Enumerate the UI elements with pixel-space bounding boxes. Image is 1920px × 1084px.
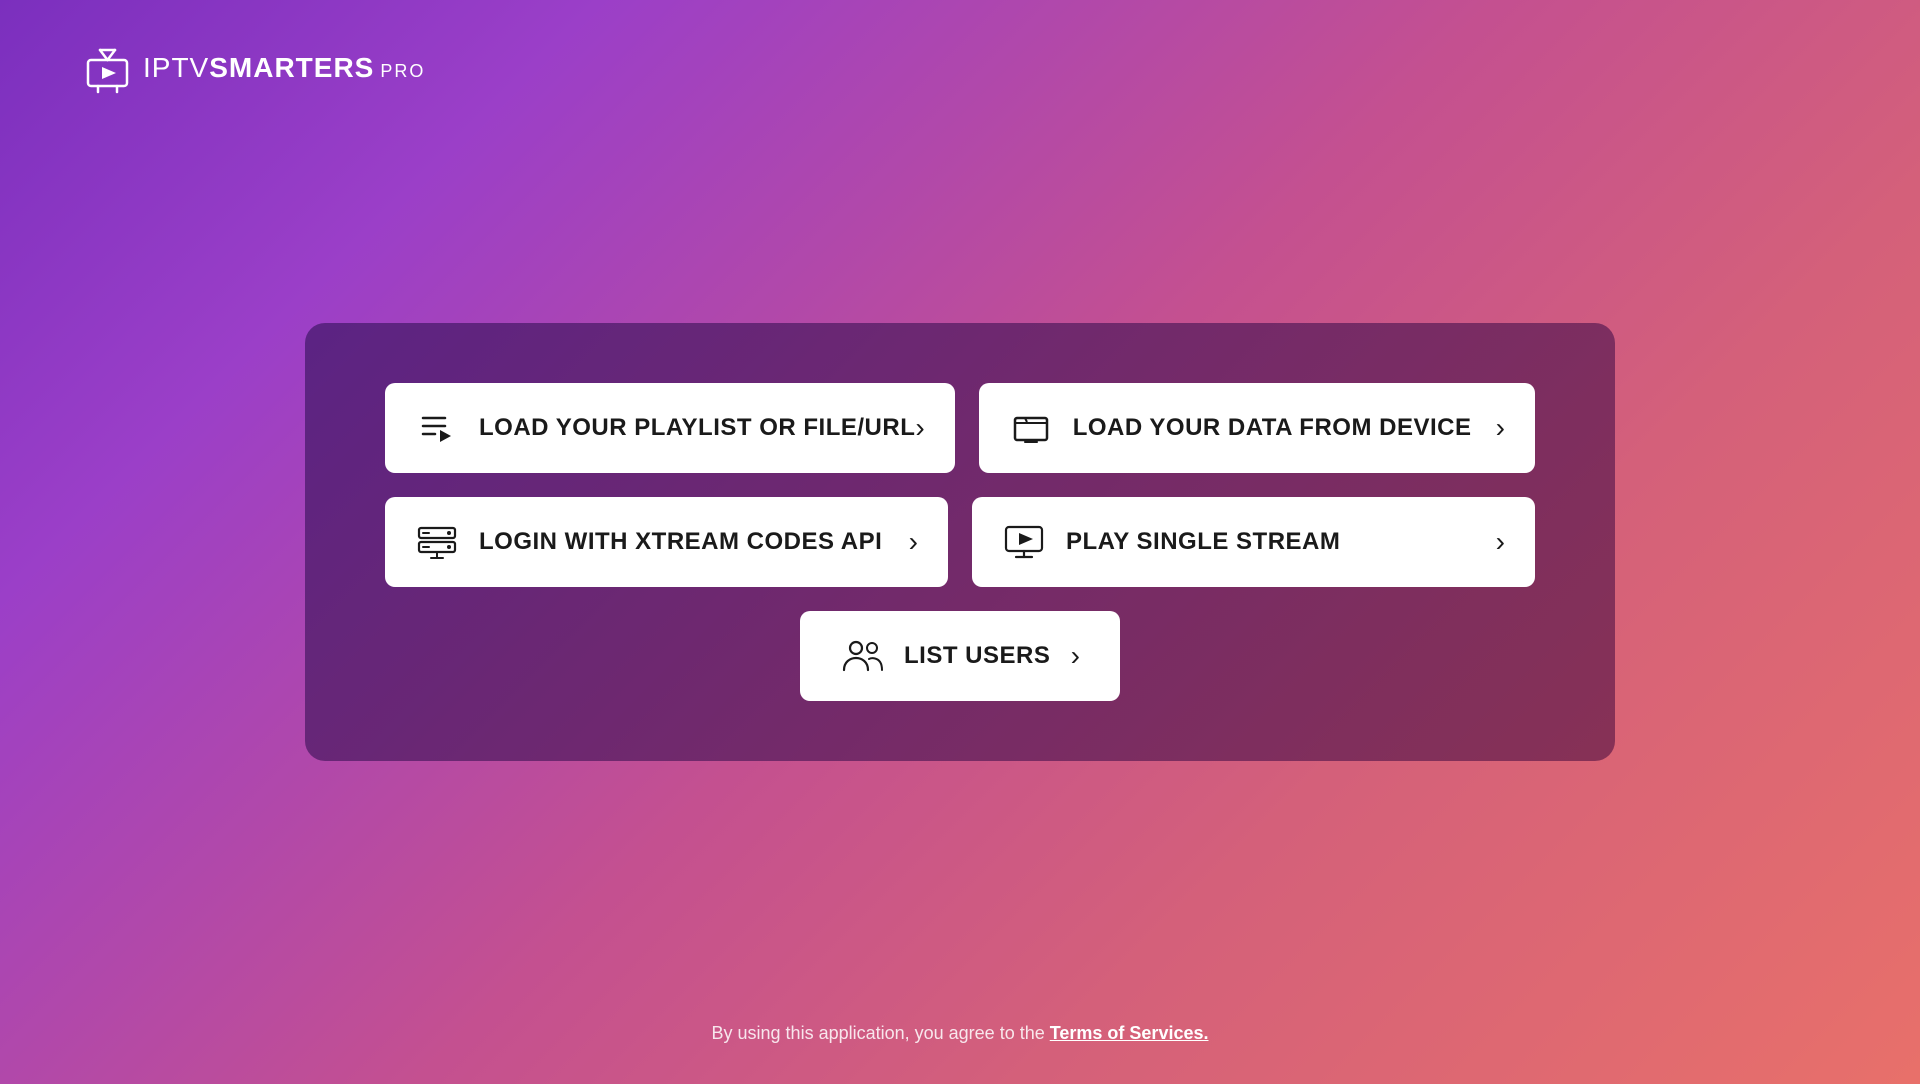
login-xtream-left: LOGIN WITH XTREAM CODES API (415, 520, 882, 564)
play-single-label: PLAY SINGLE STREAM (1066, 528, 1340, 556)
play-single-button[interactable]: PLAY SINGLE STREAM › (972, 497, 1535, 587)
device-icon (1009, 406, 1053, 450)
load-playlist-label: LOAD YOUR PLAYLIST OR FILE/URL (479, 414, 915, 442)
list-users-label: LIST USERS (904, 642, 1050, 670)
logo-smarters-text: SMARTERS (209, 52, 374, 84)
logo-area: IPTV SMARTERS PRO (80, 40, 425, 95)
users-icon (840, 634, 884, 678)
play-single-chevron: › (1496, 526, 1505, 558)
load-playlist-chevron: › (915, 412, 924, 444)
main-card: LOAD YOUR PLAYLIST OR FILE/URL › LOAD (305, 323, 1615, 761)
login-xtream-button[interactable]: LOGIN WITH XTREAM CODES API › (385, 497, 948, 587)
load-playlist-button[interactable]: LOAD YOUR PLAYLIST OR FILE/URL › (385, 383, 955, 473)
list-users-button[interactable]: LIST USERS › (800, 611, 1120, 701)
load-device-label: LOAD YOUR DATA FROM DEVICE (1073, 414, 1472, 442)
logo-pro-text: PRO (380, 61, 425, 82)
xtream-icon (415, 520, 459, 564)
load-device-left: LOAD YOUR DATA FROM DEVICE (1009, 406, 1472, 450)
logo-iptv-text: IPTV (143, 52, 209, 84)
load-device-chevron: › (1496, 412, 1505, 444)
stream-icon (1002, 520, 1046, 564)
logo-icon (80, 40, 135, 95)
button-row-2: LOGIN WITH XTREAM CODES API › PLAY SINGL… (385, 497, 1535, 587)
footer: By using this application, you agree to … (712, 1023, 1209, 1044)
playlist-icon (415, 406, 459, 450)
list-users-left: LIST USERS (840, 634, 1050, 678)
terms-link[interactable]: Terms of Services. (1050, 1023, 1209, 1043)
list-users-chevron: › (1071, 640, 1080, 672)
button-row-1: LOAD YOUR PLAYLIST OR FILE/URL › LOAD (385, 383, 1535, 473)
login-xtream-chevron: › (909, 526, 918, 558)
load-playlist-left: LOAD YOUR PLAYLIST OR FILE/URL (415, 406, 915, 450)
footer-text: By using this application, you agree to … (712, 1023, 1050, 1043)
logo-text: IPTV SMARTERS PRO (143, 52, 425, 84)
center-button-row: LIST USERS › (385, 611, 1535, 701)
login-xtream-label: LOGIN WITH XTREAM CODES API (479, 528, 882, 556)
load-device-button[interactable]: LOAD YOUR DATA FROM DEVICE › (979, 383, 1535, 473)
play-single-left: PLAY SINGLE STREAM (1002, 520, 1340, 564)
